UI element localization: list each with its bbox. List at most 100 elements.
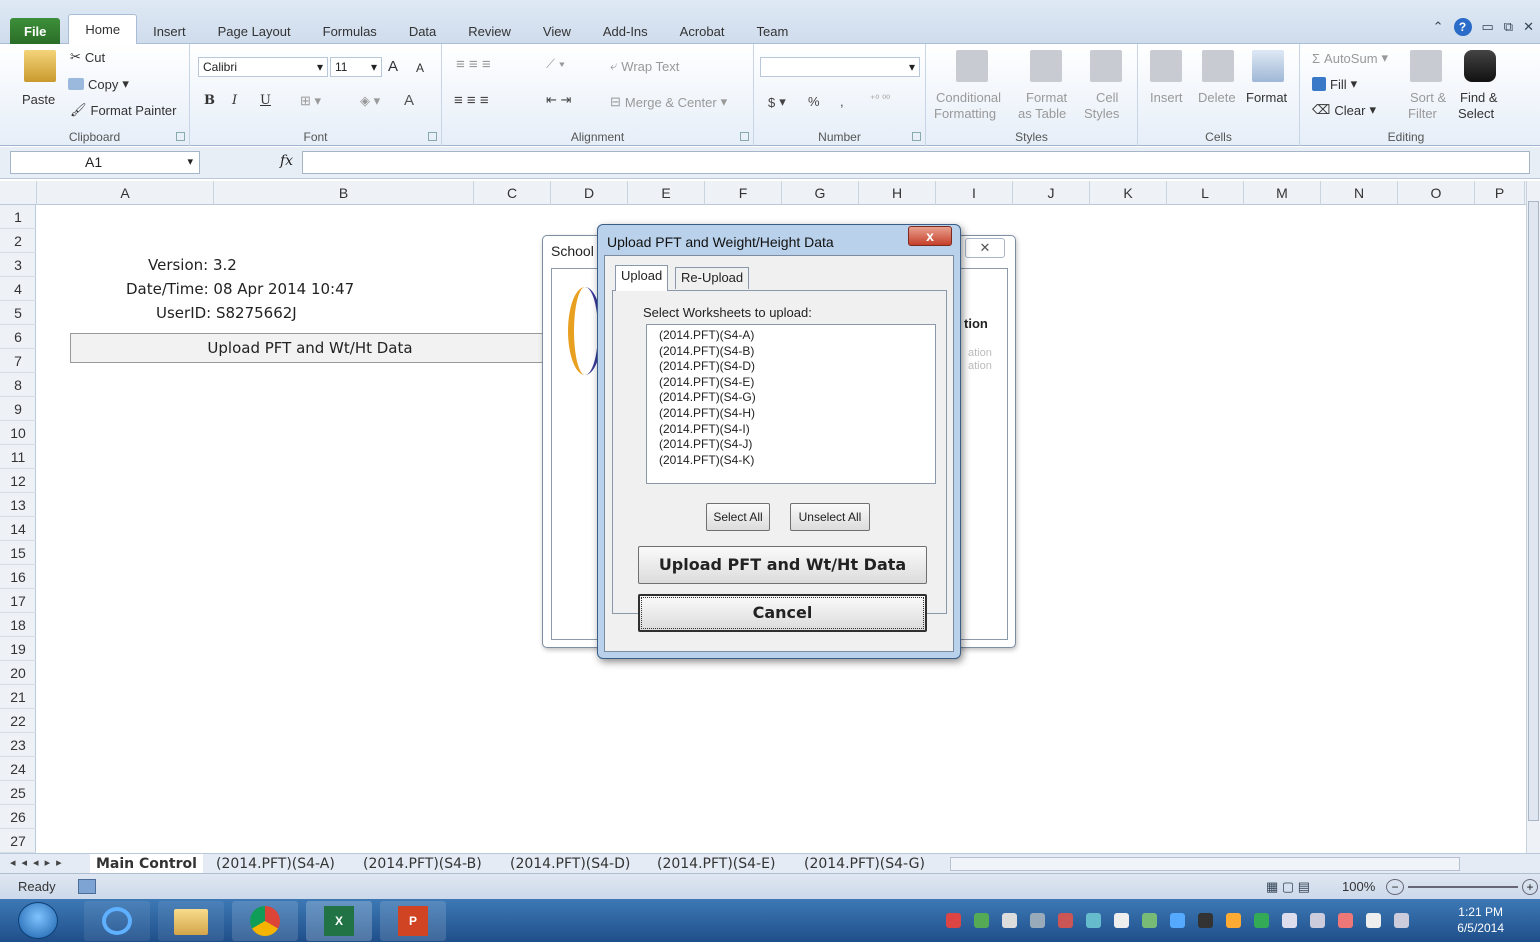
- row-header[interactable]: 27: [0, 829, 36, 853]
- list-item[interactable]: (2014.PFT)(S4-E): [659, 375, 923, 391]
- sheet-nav-arrows-icon[interactable]: ◂◂◂▸▸: [10, 856, 68, 869]
- upload-data-sheet-button[interactable]: Upload PFT and Wt/Ht Data: [70, 333, 550, 363]
- select-all-button[interactable]: Select All: [706, 503, 770, 531]
- currency-button[interactable]: $ ▾: [768, 94, 786, 110]
- row-header[interactable]: 17: [0, 589, 36, 613]
- row-header[interactable]: 26: [0, 805, 36, 829]
- chrome-icon[interactable]: [232, 901, 298, 941]
- column-header[interactable]: C: [474, 181, 551, 205]
- tray-icon[interactable]: [1226, 913, 1241, 928]
- list-item[interactable]: (2014.PFT)(S4-G): [659, 390, 923, 406]
- tab-re-upload[interactable]: Re-Upload: [675, 267, 750, 289]
- font-name-dropdown[interactable]: Calibri ▾: [198, 57, 328, 77]
- row-header[interactable]: 19: [0, 637, 36, 661]
- row-header[interactable]: 21: [0, 685, 36, 709]
- tray-icon[interactable]: [974, 913, 989, 928]
- column-header[interactable]: I: [936, 181, 1013, 205]
- speaker-icon[interactable]: [1394, 913, 1409, 928]
- fill-button[interactable]: Fill ▾: [1312, 76, 1357, 92]
- upload-dialog-close-button[interactable]: x: [908, 226, 952, 246]
- powerpoint-icon[interactable]: P: [380, 901, 446, 941]
- vertical-scroll-thumb[interactable]: [1528, 201, 1539, 821]
- sheet-tab[interactable]: (2014.PFT)(S4-E): [651, 854, 781, 874]
- format-cells-button[interactable]: Format: [1246, 90, 1287, 105]
- conditional-formatting-button[interactable]: Conditional: [936, 90, 1001, 105]
- zoom-slider[interactable]: [1408, 886, 1518, 888]
- row-header[interactable]: 10: [0, 421, 36, 445]
- tray-icon[interactable]: [1338, 913, 1353, 928]
- zoom-level[interactable]: 100%: [1342, 879, 1375, 894]
- name-box[interactable]: A1 ▾: [10, 151, 200, 174]
- wrap-text-button[interactable]: ⤶ Wrap Text: [610, 58, 679, 74]
- volume-icon[interactable]: [1282, 913, 1297, 928]
- row-header[interactable]: 11: [0, 445, 36, 469]
- column-header[interactable]: D: [551, 181, 628, 205]
- number-launcher-icon[interactable]: [912, 132, 921, 141]
- list-item[interactable]: (2014.PFT)(S4-I): [659, 422, 923, 438]
- tray-icon[interactable]: [1254, 913, 1269, 928]
- zoom-in-icon[interactable]: +: [1522, 879, 1538, 895]
- vertical-scrollbar[interactable]: [1526, 181, 1540, 853]
- column-header[interactable]: P: [1475, 181, 1525, 205]
- close-icon[interactable]: ✕: [1523, 19, 1534, 35]
- tab-review[interactable]: Review: [452, 18, 527, 44]
- function-icon[interactable]: fx: [280, 153, 293, 169]
- internet-explorer-icon[interactable]: [84, 901, 150, 941]
- delete-cells-button[interactable]: Delete: [1198, 90, 1236, 105]
- list-item[interactable]: (2014.PFT)(S4-B): [659, 344, 923, 360]
- list-item[interactable]: (2014.PFT)(S4-K): [659, 453, 923, 469]
- list-item[interactable]: (2014.PFT)(S4-D): [659, 359, 923, 375]
- column-header[interactable]: E: [628, 181, 705, 205]
- autosum-button[interactable]: Σ AutoSum ▾: [1312, 50, 1388, 66]
- column-header[interactable]: G: [782, 181, 859, 205]
- tray-icon[interactable]: [1366, 913, 1381, 928]
- restore-icon[interactable]: ⧉: [1504, 19, 1513, 35]
- sort-filter-button[interactable]: Sort &: [1410, 90, 1446, 105]
- tray-icon[interactable]: [1142, 913, 1157, 928]
- format-painter-button[interactable]: 🖌 Format Painter: [70, 102, 177, 118]
- percent-button[interactable]: %: [808, 94, 820, 109]
- alignment-launcher-icon[interactable]: [740, 132, 749, 141]
- list-item[interactable]: (2014.PFT)(S4-H): [659, 406, 923, 422]
- clipboard-launcher-icon[interactable]: [176, 132, 185, 141]
- clear-button[interactable]: ⌫ Clear ▾: [1312, 102, 1376, 118]
- tab-page-layout[interactable]: Page Layout: [202, 18, 307, 44]
- tab-insert[interactable]: Insert: [137, 18, 202, 44]
- row-header[interactable]: 15: [0, 541, 36, 565]
- indent-icon[interactable]: ⇤ ⇥: [546, 92, 571, 108]
- tab-upload[interactable]: Upload: [615, 265, 669, 291]
- find-select-button[interactable]: Find &: [1460, 90, 1498, 105]
- italic-button[interactable]: I: [232, 93, 237, 108]
- row-header[interactable]: 24: [0, 757, 36, 781]
- insert-cells-button[interactable]: Insert: [1150, 90, 1183, 105]
- tray-icon[interactable]: [1170, 913, 1185, 928]
- row-header[interactable]: 9: [0, 397, 36, 421]
- horizontal-scrollbar[interactable]: [950, 857, 1460, 871]
- column-header[interactable]: M: [1244, 181, 1321, 205]
- tab-view[interactable]: View: [527, 18, 587, 44]
- grow-font-button[interactable]: A: [388, 58, 398, 75]
- view-buttons-icon[interactable]: ▦ ▢ ▤: [1266, 879, 1310, 895]
- start-orb-icon[interactable]: [18, 902, 58, 939]
- row-header[interactable]: 6: [0, 325, 36, 349]
- format-as-table-button[interactable]: Format: [1026, 90, 1067, 105]
- row-header[interactable]: 25: [0, 781, 36, 805]
- tab-add-ins[interactable]: Add-Ins: [587, 18, 664, 44]
- tab-acrobat[interactable]: Acrobat: [664, 18, 741, 44]
- worksheet-listbox[interactable]: (2014.PFT)(S4-A) (2014.PFT)(S4-B) (2014.…: [646, 324, 936, 484]
- tab-home[interactable]: Home: [68, 14, 138, 44]
- school-dialog-close-button[interactable]: ✕: [965, 238, 1005, 258]
- tray-icon[interactable]: [1114, 913, 1129, 928]
- zoom-out-icon[interactable]: −: [1386, 879, 1404, 895]
- row-header[interactable]: 7: [0, 349, 36, 373]
- borders-icon[interactable]: ⊞ ▾: [300, 93, 321, 109]
- help-icon[interactable]: ?: [1453, 18, 1472, 36]
- tab-data[interactable]: Data: [393, 18, 452, 44]
- list-item[interactable]: (2014.PFT)(S4-J): [659, 437, 923, 453]
- paste-icon[interactable]: [24, 50, 56, 82]
- tray-icon[interactable]: [1198, 913, 1213, 928]
- tray-icon[interactable]: [946, 913, 961, 928]
- bold-button[interactable]: B: [204, 93, 215, 108]
- row-header[interactable]: 18: [0, 613, 36, 637]
- orientation-icon[interactable]: ⟋ ▾: [546, 56, 565, 72]
